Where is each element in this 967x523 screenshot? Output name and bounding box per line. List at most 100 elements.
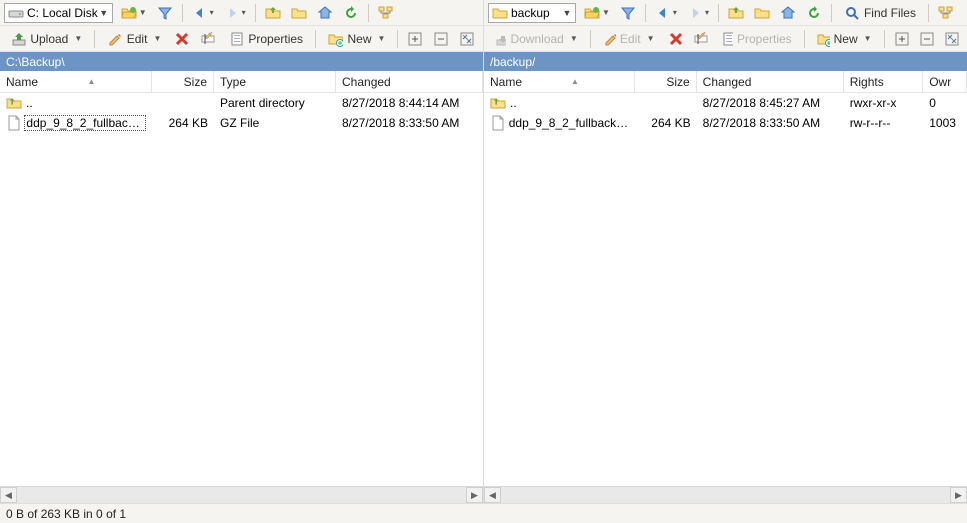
left-rows[interactable]: .. Parent directory 8/27/2018 8:44:14 AM… [0, 93, 483, 486]
left-hscrollbar[interactable]: ◀ ▶ [0, 486, 483, 503]
find-files-button[interactable]: Find Files [837, 2, 923, 24]
compare-button[interactable] [455, 28, 479, 50]
tree-button[interactable] [934, 2, 958, 24]
rename-button[interactable] [689, 28, 712, 50]
cell-type: Parent directory [214, 96, 336, 110]
table-row[interactable]: ddp_9_8_2_fullback_2... 264 KB 8/27/2018… [484, 113, 967, 133]
cell-size: 264 KB [635, 116, 697, 130]
edit-button[interactable]: Edit ▼ [596, 28, 662, 50]
separator [831, 4, 832, 22]
separator [315, 30, 316, 48]
separator [718, 4, 719, 22]
col-header-name[interactable]: Name▲ [484, 71, 635, 92]
rename-button[interactable] [196, 28, 220, 50]
right-path-text: /backup/ [490, 55, 535, 69]
collapse-button[interactable] [429, 28, 453, 50]
back-button[interactable]: ▾ [188, 2, 218, 24]
back-button[interactable]: ▾ [651, 2, 681, 24]
sort-asc-icon: ▲ [88, 77, 96, 86]
col-header-changed[interactable]: Changed [697, 71, 844, 92]
refresh-icon [343, 5, 359, 21]
scroll-right-button[interactable]: ▶ [950, 487, 967, 503]
refresh-icon [806, 5, 822, 21]
minus-icon [919, 31, 934, 47]
expand-button[interactable] [890, 28, 913, 50]
upload-button[interactable]: Upload ▼ [4, 28, 89, 50]
new-label: New [347, 32, 371, 46]
filter-button[interactable] [153, 2, 177, 24]
table-row[interactable]: .. 8/27/2018 8:45:27 AM rwxr-xr-x 0 [484, 93, 967, 113]
root-dir-button[interactable] [750, 2, 774, 24]
expand-button[interactable] [403, 28, 427, 50]
delete-button[interactable] [170, 28, 194, 50]
parent-dir-button[interactable] [261, 2, 285, 24]
new-button[interactable]: New ▼ [810, 28, 879, 50]
tree-button[interactable] [374, 2, 398, 24]
refresh-button[interactable] [339, 2, 363, 24]
properties-button[interactable]: Properties [222, 28, 310, 50]
forward-button[interactable]: ▾ [683, 2, 713, 24]
properties-button[interactable]: Properties [714, 28, 799, 50]
cell-type: GZ File [214, 116, 336, 130]
col-header-rights[interactable]: Rights [844, 71, 924, 92]
col-header-name[interactable]: Name▲ [0, 71, 152, 92]
cell-name: .. [484, 95, 635, 111]
col-header-size[interactable]: Size [152, 71, 214, 92]
open-folder-button[interactable]: ▼ [580, 2, 614, 24]
parent-dir-button[interactable] [724, 2, 748, 24]
collapse-button[interactable] [915, 28, 938, 50]
edit-icon [603, 31, 616, 47]
compare-button[interactable] [940, 28, 963, 50]
separator [645, 4, 646, 22]
right-path-bar[interactable]: /backup/ [484, 52, 967, 71]
col-header-owner[interactable]: Owr [923, 71, 967, 92]
root-dir-button[interactable] [287, 2, 311, 24]
right-column-headers: Name▲ Size Changed Rights Owr [484, 71, 967, 93]
open-folder-button[interactable]: ▼ [117, 2, 151, 24]
upload-icon [11, 31, 26, 47]
forward-button[interactable]: ▾ [220, 2, 250, 24]
edit-icon [107, 31, 122, 47]
filter-button[interactable] [616, 2, 640, 24]
scroll-left-button[interactable]: ◀ [0, 487, 17, 503]
folder-up-icon [728, 5, 744, 21]
drive-icon [8, 5, 24, 21]
home-button[interactable] [776, 2, 800, 24]
right-hscrollbar[interactable]: ◀ ▶ [484, 486, 967, 503]
col-header-size[interactable]: Size [635, 71, 697, 92]
table-row[interactable]: .. Parent directory 8/27/2018 8:44:14 AM [0, 93, 483, 113]
right-rows[interactable]: .. 8/27/2018 8:45:27 AM rwxr-xr-x 0 ddp_… [484, 93, 967, 486]
arrow-left-icon [192, 5, 208, 21]
scroll-right-button[interactable]: ▶ [466, 487, 483, 503]
plus-icon [407, 31, 423, 47]
folder-open-icon [121, 5, 137, 21]
delete-button[interactable] [664, 28, 687, 50]
new-button[interactable]: New ▼ [321, 28, 392, 50]
home-button[interactable] [313, 2, 337, 24]
new-folder-icon [817, 31, 830, 47]
col-header-type[interactable]: Type [214, 71, 336, 92]
find-files-label: Find Files [864, 6, 916, 20]
status-text: 0 B of 263 KB in 0 of 1 [6, 507, 126, 521]
left-drive-toolbar: C: Local Disk ▼ ▼ ▾ ▾ [0, 0, 483, 26]
left-path-bar[interactable]: C:\Backup\ [0, 52, 483, 71]
edit-label: Edit [127, 32, 148, 46]
right-drive-label: backup [508, 6, 561, 20]
cell-rights: rw-r--r-- [844, 116, 924, 130]
scroll-track[interactable] [17, 487, 466, 503]
scroll-track[interactable] [501, 487, 950, 503]
properties-label: Properties [737, 32, 792, 46]
left-panel: C: Local Disk ▼ ▼ ▾ ▾ Upload ▼ [0, 0, 484, 503]
download-button[interactable]: Download ▼ [488, 28, 585, 50]
refresh-button[interactable] [802, 2, 826, 24]
right-drive-combo[interactable]: backup ▼ [488, 3, 576, 23]
folder-up-icon [265, 5, 281, 21]
edit-button[interactable]: Edit ▼ [100, 28, 168, 50]
left-column-headers: Name▲ Size Type Changed [0, 71, 483, 93]
left-drive-combo[interactable]: C: Local Disk ▼ [4, 3, 113, 23]
table-row[interactable]: ddp_9_8_2_fullback_2... 264 KB GZ File 8… [0, 113, 483, 133]
col-header-changed[interactable]: Changed [336, 71, 483, 92]
scroll-left-button[interactable]: ◀ [484, 487, 501, 503]
chevron-down-icon: ▼ [561, 8, 573, 18]
cell-name: ddp_9_8_2_fullback_2... [484, 115, 635, 131]
